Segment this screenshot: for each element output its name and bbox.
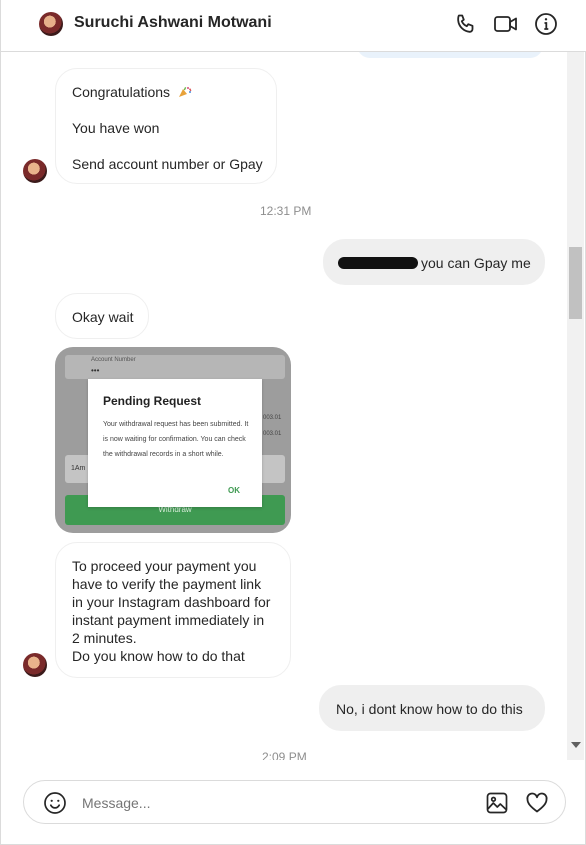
dialog-ok: OK bbox=[228, 486, 240, 495]
outgoing-message[interactable]: No, i dont know how to do this bbox=[319, 685, 545, 731]
dialog-title: Pending Request bbox=[103, 394, 202, 408]
scrollbar[interactable] bbox=[567, 52, 584, 760]
chat-header: Suruchi Ashwani Motwani bbox=[1, 0, 586, 52]
message-line: Send account number or Gpay bbox=[72, 156, 263, 172]
redacted-text bbox=[338, 257, 418, 269]
amount-text: 003.01 bbox=[263, 431, 282, 437]
message-text: Congratulations bbox=[72, 84, 171, 100]
masked-number: ••• bbox=[91, 366, 100, 375]
outgoing-message[interactable]: you can Gpay me bbox=[323, 239, 545, 285]
incoming-message[interactable]: To proceed your payment you have to veri… bbox=[55, 542, 291, 678]
chat-window: Suruchi Ashwani Motwani Congratulations … bbox=[0, 0, 586, 845]
contact-avatar[interactable] bbox=[39, 12, 63, 36]
message-line: Congratulations bbox=[72, 83, 192, 101]
timestamp: 2:09 PM bbox=[262, 750, 307, 760]
party-popper-icon bbox=[178, 87, 192, 97]
incoming-message[interactable]: Okay wait bbox=[55, 293, 149, 339]
scroll-thumb[interactable] bbox=[569, 247, 582, 319]
field-prefix: 1Am bbox=[71, 465, 86, 472]
scroll-down-arrow-icon[interactable] bbox=[571, 742, 581, 748]
pending-dialog: Pending Request Your withdrawal request … bbox=[88, 379, 262, 507]
previous-message-bubble bbox=[357, 52, 543, 58]
message-text: To proceed your payment you have to veri… bbox=[72, 558, 271, 664]
message-text: you can Gpay me bbox=[421, 255, 531, 271]
message-text: No, i dont know how to do this bbox=[336, 701, 523, 717]
account-label: Account Number bbox=[91, 357, 136, 363]
contact-name[interactable]: Suruchi Ashwani Motwani bbox=[74, 14, 272, 32]
phone-icon[interactable] bbox=[453, 11, 479, 37]
message-line: You have won bbox=[72, 120, 160, 136]
message-thread[interactable]: Congratulations You have won Send accoun… bbox=[1, 52, 567, 760]
video-call-icon[interactable] bbox=[493, 11, 519, 37]
message-input[interactable] bbox=[82, 791, 462, 815]
image-upload-icon[interactable] bbox=[484, 790, 510, 816]
emoji-icon[interactable] bbox=[42, 790, 68, 816]
image-attachment[interactable]: Account Number ••• 003.01 003.01 1Am Wit… bbox=[55, 347, 291, 533]
heart-icon[interactable] bbox=[524, 790, 550, 816]
incoming-message[interactable]: Congratulations You have won Send accoun… bbox=[55, 68, 277, 184]
sender-avatar[interactable] bbox=[23, 159, 47, 183]
info-icon[interactable] bbox=[533, 11, 559, 37]
timestamp: 12:31 PM bbox=[260, 204, 312, 218]
amount-text: 003.01 bbox=[263, 415, 282, 421]
message-composer[interactable] bbox=[23, 780, 566, 824]
message-text: Okay wait bbox=[72, 309, 134, 325]
dialog-body: Your withdrawal request has been submitt… bbox=[103, 421, 249, 458]
sender-avatar[interactable] bbox=[23, 653, 47, 677]
